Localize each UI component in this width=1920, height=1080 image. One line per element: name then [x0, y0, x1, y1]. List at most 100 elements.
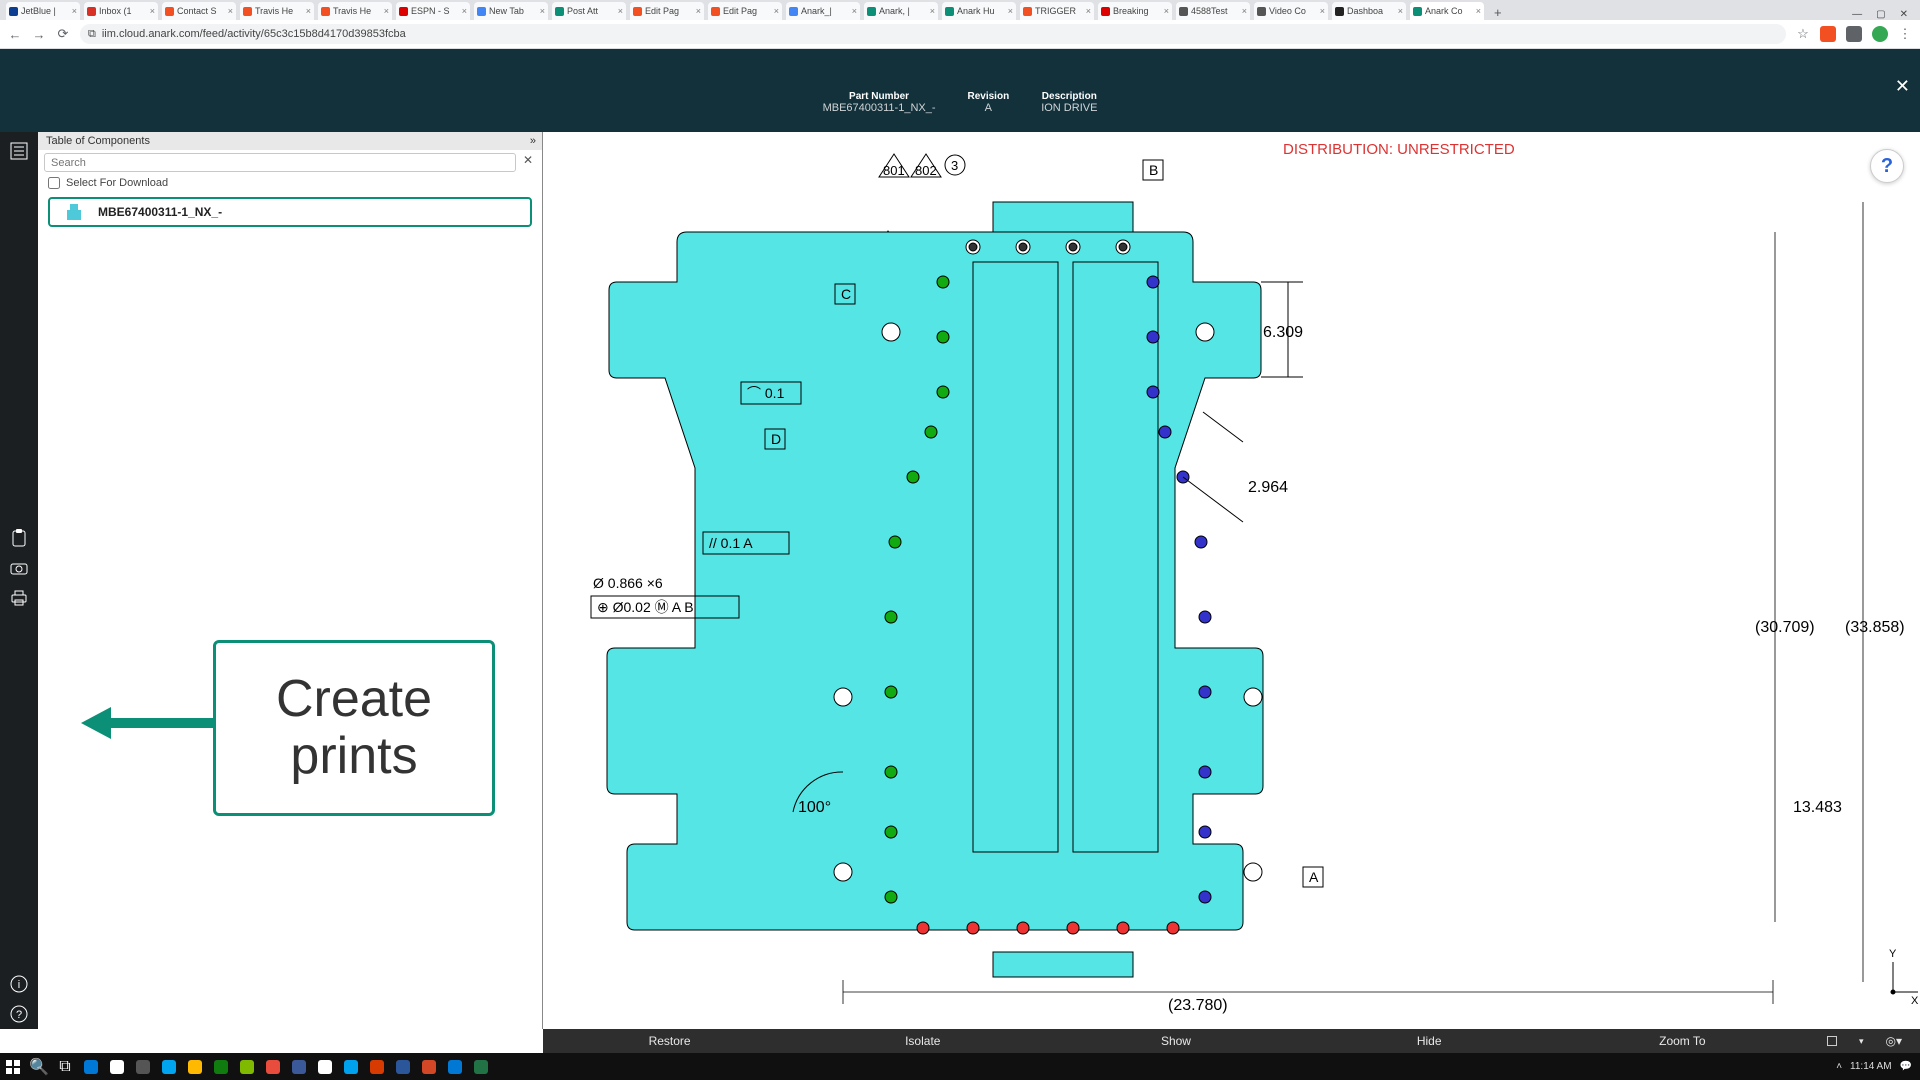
- restore-button[interactable]: Restore: [543, 1034, 796, 1048]
- collapse-icon[interactable]: »: [530, 135, 534, 147]
- browser-tab[interactable]: Inbox (1×: [84, 2, 158, 20]
- taskbar: 🔍 ⧉ ˄ 11:14 AM 💬: [0, 1053, 1920, 1080]
- browser-tab[interactable]: Travis He×: [240, 2, 314, 20]
- browser-tab[interactable]: Travis He×: [318, 2, 392, 20]
- new-tab-button[interactable]: +: [1488, 5, 1508, 20]
- browser-tab[interactable]: TRIGGER×: [1020, 2, 1094, 20]
- arrow-icon: [81, 703, 221, 743]
- profile-icon[interactable]: [1872, 26, 1888, 42]
- browser-tab[interactable]: Anark Hu×: [942, 2, 1016, 20]
- search-input[interactable]: [44, 153, 516, 172]
- back-icon[interactable]: ←: [8, 27, 22, 42]
- task-item[interactable]: [130, 1053, 156, 1080]
- browser-tabstrip: JetBlue |×Inbox (1×Contact S×Travis He×T…: [0, 0, 1920, 20]
- datum-d: D: [771, 431, 781, 447]
- browser-tab[interactable]: Video Co×: [1254, 2, 1328, 20]
- browser-tab[interactable]: ESPN - S×: [396, 2, 470, 20]
- clear-search-icon[interactable]: ✕: [520, 153, 536, 172]
- action-bar: Restore Isolate Show Hide Zoom To ▾ ◎▾: [543, 1029, 1920, 1053]
- task-item[interactable]: [364, 1053, 390, 1080]
- part-icon: [64, 202, 84, 222]
- browser-tab[interactable]: Anark, |×: [864, 2, 938, 20]
- info-icon[interactable]: i: [8, 973, 30, 995]
- extensions-icon[interactable]: [1846, 26, 1862, 42]
- description-label: Description: [1041, 91, 1097, 102]
- view-icon[interactable]: ◎▾: [1885, 1034, 1902, 1048]
- dim-23780: (23.780): [1168, 997, 1228, 1014]
- browser-tab[interactable]: Dashboa×: [1332, 2, 1406, 20]
- task-item[interactable]: [208, 1053, 234, 1080]
- clipboard-icon[interactable]: [8, 527, 30, 549]
- select-download-checkbox[interactable]: [48, 177, 60, 189]
- datum-c: C: [841, 286, 851, 302]
- task-item[interactable]: [104, 1053, 130, 1080]
- layout-icon[interactable]: [1827, 1036, 1837, 1046]
- select-for-download[interactable]: Select For Download: [38, 175, 542, 195]
- start-button[interactable]: [0, 1053, 26, 1080]
- app-topbar: [0, 49, 1920, 72]
- zoom-button[interactable]: Zoom To: [1556, 1034, 1809, 1048]
- dim-100: 100°: [798, 799, 831, 816]
- help-icon[interactable]: ?: [8, 1003, 30, 1025]
- task-item[interactable]: [234, 1053, 260, 1080]
- callout-text: Create prints: [216, 671, 492, 785]
- print-icon[interactable]: [8, 587, 30, 609]
- dim-33858: (33.858): [1845, 619, 1905, 636]
- task-item[interactable]: [312, 1053, 338, 1080]
- app-header: ✕ Part Number MBE67400311-1_NX_- Revisio…: [0, 72, 1920, 132]
- app: ✕ Part Number MBE67400311-1_NX_- Revisio…: [0, 49, 1920, 1053]
- omnibox[interactable]: ⧉ iim.cloud.anark.com/feed/activity/65c3…: [80, 24, 1786, 44]
- task-item[interactable]: [286, 1053, 312, 1080]
- kebab-menu-icon[interactable]: ⋮: [1898, 26, 1912, 42]
- window-controls[interactable]: —▢✕: [1852, 9, 1914, 20]
- browser-tab[interactable]: New Tab×: [474, 2, 548, 20]
- fcf-2: // 0.1 A: [709, 535, 753, 551]
- extension-icon-1[interactable]: [1820, 26, 1836, 42]
- task-item[interactable]: [78, 1053, 104, 1080]
- dim-30709: (30.709): [1755, 619, 1815, 636]
- browser-tab[interactable]: Edit Pag×: [630, 2, 704, 20]
- isolate-button[interactable]: Isolate: [796, 1034, 1049, 1048]
- tray-chevron-icon[interactable]: ˄: [1836, 1061, 1842, 1072]
- tree-icon[interactable]: [8, 140, 30, 162]
- tree-item[interactable]: MBE67400311-1_NX_-: [48, 197, 532, 227]
- hide-button[interactable]: Hide: [1303, 1034, 1556, 1048]
- close-icon[interactable]: ✕: [1895, 76, 1910, 97]
- fcf-1: ⌒ 0.1: [747, 385, 785, 401]
- browser-tab[interactable]: Breaking×: [1098, 2, 1172, 20]
- sidebar-header: Table of Components »: [38, 132, 542, 150]
- browser-tab[interactable]: 4588Test×: [1176, 2, 1250, 20]
- task-item[interactable]: [182, 1053, 208, 1080]
- system-tray[interactable]: ˄ 11:14 AM 💬: [1836, 1061, 1920, 1072]
- star-icon[interactable]: ☆: [1796, 26, 1810, 42]
- reload-icon[interactable]: ⟳: [56, 26, 70, 42]
- browser-tab[interactable]: Anark_|×: [786, 2, 860, 20]
- browser-tab[interactable]: Contact S×: [162, 2, 236, 20]
- taskview-icon[interactable]: ⧉: [52, 1053, 78, 1080]
- help-fab[interactable]: ?: [1870, 149, 1904, 183]
- show-button[interactable]: Show: [1049, 1034, 1302, 1048]
- revision-value: A: [968, 102, 1010, 114]
- task-item[interactable]: [390, 1053, 416, 1080]
- task-item[interactable]: [442, 1053, 468, 1080]
- browser-tab[interactable]: Post Att×: [552, 2, 626, 20]
- browser-tab[interactable]: Anark Co×: [1410, 2, 1484, 20]
- browser-tab[interactable]: Edit Pag×: [708, 2, 782, 20]
- task-item[interactable]: [468, 1053, 494, 1080]
- task-item[interactable]: [260, 1053, 286, 1080]
- callout: Create prints: [213, 640, 495, 816]
- search-icon[interactable]: 🔍: [26, 1053, 52, 1080]
- dia-note: Ø 0.866 ×6: [593, 575, 663, 591]
- task-item[interactable]: [338, 1053, 364, 1080]
- browser-tab[interactable]: JetBlue |×: [6, 2, 80, 20]
- note-3: 3: [951, 158, 958, 173]
- task-item[interactable]: [416, 1053, 442, 1080]
- datum-b: B: [1149, 162, 1158, 178]
- drawing-canvas[interactable]: DISTRIBUTION: UNRESTRICTED (23.780) 13.4…: [543, 132, 1920, 1029]
- notifications-icon[interactable]: 💬: [1900, 1061, 1912, 1072]
- sidebar-title: Table of Components: [46, 135, 150, 147]
- forward-icon[interactable]: →: [32, 27, 46, 42]
- task-item[interactable]: [156, 1053, 182, 1080]
- camera-icon[interactable]: [8, 557, 30, 579]
- svg-text:i: i: [18, 979, 20, 991]
